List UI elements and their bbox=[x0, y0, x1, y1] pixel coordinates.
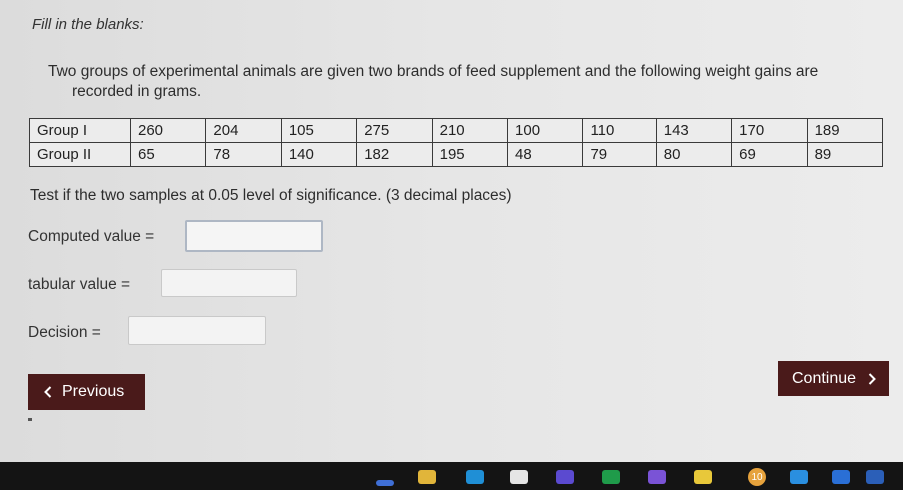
continue-button[interactable]: Continue bbox=[778, 361, 889, 396]
table-cell: 260 bbox=[129, 118, 207, 143]
table-cell: 65 bbox=[129, 142, 207, 167]
notification-badge: 10 bbox=[748, 468, 766, 486]
table-cell: 89 bbox=[806, 142, 884, 167]
xbox-icon[interactable] bbox=[602, 470, 620, 484]
computed-value-input[interactable] bbox=[185, 220, 323, 252]
table-cell: 69 bbox=[731, 142, 808, 167]
table-cell: 143 bbox=[655, 118, 733, 143]
tabular-value-label: tabular value = bbox=[28, 276, 131, 293]
table-cell: 100 bbox=[507, 118, 584, 143]
table-cell: 210 bbox=[431, 118, 509, 143]
row-header: Group II bbox=[29, 142, 131, 167]
chevron-left-icon bbox=[44, 386, 52, 398]
data-table: Group I 260 204 105 275 210 100 110 143 … bbox=[29, 118, 884, 167]
folder-icon[interactable] bbox=[418, 470, 436, 484]
table-cell: 170 bbox=[731, 118, 808, 143]
table-cell: 140 bbox=[280, 142, 358, 167]
table-row-group-1: Group I 260 204 105 275 210 100 110 143 … bbox=[29, 118, 884, 143]
table-cell: 78 bbox=[205, 142, 282, 167]
chevron-right-icon bbox=[868, 372, 876, 385]
tabular-value-input[interactable] bbox=[161, 269, 297, 297]
word-icon[interactable] bbox=[866, 470, 884, 484]
browser-icon[interactable] bbox=[466, 470, 484, 484]
table-cell: 110 bbox=[582, 118, 657, 143]
chart-app-icon[interactable] bbox=[790, 470, 808, 484]
question-text: Test if the two samples at 0.05 level of… bbox=[30, 187, 512, 204]
store-icon[interactable] bbox=[510, 470, 528, 484]
decision-label: Decision = bbox=[28, 324, 101, 341]
problem-line-1: Two groups of experimental animals are g… bbox=[48, 63, 819, 80]
problem-statement: Two groups of experimental animals are g… bbox=[48, 62, 888, 102]
mail-icon[interactable] bbox=[556, 470, 574, 484]
continue-label: Continue bbox=[792, 369, 857, 387]
screen-speck bbox=[28, 418, 32, 421]
app-icon[interactable] bbox=[694, 470, 712, 484]
table-cell: 105 bbox=[280, 118, 358, 143]
decision-input[interactable] bbox=[128, 316, 266, 345]
row-header: Group I bbox=[29, 118, 131, 143]
previous-label: Previous bbox=[62, 383, 125, 400]
taskbar bbox=[0, 462, 903, 490]
taskbar-app-icon[interactable] bbox=[376, 480, 394, 486]
computed-value-label: Computed value = bbox=[28, 228, 155, 245]
table-cell: 189 bbox=[806, 118, 884, 143]
table-cell: 182 bbox=[356, 142, 433, 167]
table-cell: 275 bbox=[356, 118, 433, 143]
table-cell: 195 bbox=[431, 142, 509, 167]
previous-button[interactable]: Previous bbox=[28, 374, 145, 410]
table-row-group-2: Group II 65 78 140 182 195 48 79 80 69 8… bbox=[29, 142, 884, 167]
chrome-icon[interactable] bbox=[832, 470, 850, 484]
table-cell: 79 bbox=[582, 142, 657, 167]
instructions-text: Fill in the blanks: bbox=[32, 16, 144, 33]
app-icon[interactable] bbox=[648, 470, 666, 484]
table-cell: 80 bbox=[655, 142, 733, 167]
table-cell: 48 bbox=[507, 142, 584, 167]
problem-line-2: recorded in grams. bbox=[72, 83, 202, 100]
table-cell: 204 bbox=[205, 118, 282, 143]
